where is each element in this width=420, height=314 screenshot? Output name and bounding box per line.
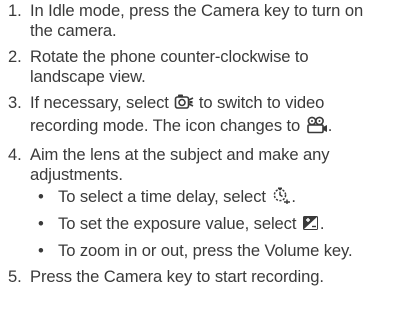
- sub-text: To select a time delay, select: [58, 187, 266, 206]
- step-text: Press the Camera key to start recording.: [30, 267, 324, 286]
- step-text: the camera.: [30, 21, 117, 40]
- step-text: In Idle mode, press the Camera key to tu…: [30, 1, 364, 20]
- step-number: 4.: [8, 145, 22, 164]
- camera-switch-icon: [174, 93, 194, 116]
- step-text-line: If necessary, select to switch to video: [30, 93, 420, 116]
- sub-text: To zoom in or out, press the Volume key.: [58, 241, 353, 260]
- timer-icon: [271, 187, 291, 210]
- step-3: 3. If necessary, select to switch to vid…: [0, 93, 420, 139]
- sub-item-exposure: • To set the exposure value, select .: [30, 214, 420, 237]
- step-text: Aim the lens at the subject and make any: [30, 145, 330, 164]
- step-text: adjustments.: [30, 165, 123, 184]
- bullet: •: [38, 241, 44, 260]
- step-text: landscape view.: [30, 67, 146, 86]
- step-number: 2.: [8, 47, 22, 66]
- sub-text: .: [319, 214, 325, 233]
- step-2: 2. Rotate the phone counter-clockwise to…: [0, 47, 420, 87]
- sub-list: • To select a time delay, select . • To …: [30, 187, 420, 261]
- step-number: 1.: [8, 1, 22, 20]
- sub-item-time-delay: • To select a time delay, select .: [30, 187, 420, 210]
- step-number: 5.: [8, 267, 22, 286]
- step-5: 5. Press the Camera key to start recordi…: [0, 267, 420, 287]
- step-text: recording mode. The icon changes to: [30, 116, 301, 135]
- video-camera-icon: [306, 116, 328, 139]
- step-4: 4. Aim the lens at the subject and make …: [0, 145, 420, 261]
- instruction-list: 1. In Idle mode, press the Camera key to…: [0, 1, 420, 293]
- step-number: 3.: [8, 93, 22, 112]
- exposure-icon: [302, 215, 320, 237]
- sub-text: .: [291, 187, 296, 206]
- step-1: 1. In Idle mode, press the Camera key to…: [0, 1, 420, 41]
- sub-item-zoom: • To zoom in or out, press the Volume ke…: [30, 241, 420, 261]
- step-text: .: [327, 116, 333, 135]
- step-text: to switch to video: [198, 93, 325, 112]
- bullet: •: [38, 187, 44, 206]
- sub-text: To set the exposure value, select: [58, 214, 297, 233]
- bullet: •: [38, 214, 44, 233]
- step-text-line: recording mode. The icon changes to .: [30, 116, 420, 139]
- step-text: If necessary, select: [30, 93, 169, 112]
- step-text: Rotate the phone counter-clockwise to: [30, 47, 309, 66]
